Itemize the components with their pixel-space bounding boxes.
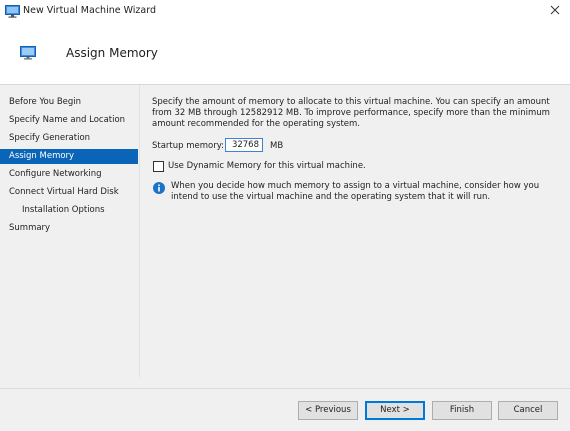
app-monitor-icon xyxy=(5,5,20,18)
page-title: Assign Memory xyxy=(66,46,158,60)
wizard-steps-nav: Before You Begin Specify Name and Locati… xyxy=(0,85,140,377)
wizard-header: Assign Memory xyxy=(0,24,570,85)
content-panel: Specify the amount of memory to allocate… xyxy=(152,97,562,202)
nav-item-connect-virtual-hard-disk[interactable]: Connect Virtual Hard Disk xyxy=(0,185,138,200)
cancel-button[interactable]: Cancel xyxy=(498,401,558,420)
nav-item-summary[interactable]: Summary xyxy=(0,221,138,236)
previous-button[interactable]: < Previous xyxy=(298,401,358,420)
nav-item-specify-name-and-location[interactable]: Specify Name and Location xyxy=(0,113,138,128)
finish-button[interactable]: Finish xyxy=(432,401,492,420)
memory-description: Specify the amount of memory to allocate… xyxy=(152,97,550,129)
close-icon[interactable] xyxy=(548,3,562,17)
dynamic-memory-label[interactable]: Use Dynamic Memory for this virtual mach… xyxy=(168,161,366,171)
startup-memory-input[interactable]: 32768 xyxy=(225,138,263,152)
startup-memory-unit: MB xyxy=(270,141,284,151)
nav-item-configure-networking[interactable]: Configure Networking xyxy=(0,167,138,182)
nav-item-before-you-begin[interactable]: Before You Begin xyxy=(0,95,138,110)
startup-memory-label: Startup memory: xyxy=(152,141,225,151)
nav-item-assign-memory[interactable]: Assign Memory xyxy=(0,149,138,164)
memory-info-text: When you decide how much memory to assig… xyxy=(171,181,540,202)
virtual-machine-icon xyxy=(20,46,36,60)
startup-memory-row: Startup memory: 32768 MB xyxy=(152,138,352,154)
title-bar: New Virtual Machine Wizard xyxy=(0,0,570,24)
dynamic-memory-row: Use Dynamic Memory for this virtual mach… xyxy=(152,161,452,173)
nav-item-specify-generation[interactable]: Specify Generation xyxy=(0,131,138,146)
nav-item-installation-options[interactable]: Installation Options xyxy=(0,203,138,218)
window-title: New Virtual Machine Wizard xyxy=(23,5,156,16)
next-button[interactable]: Next > xyxy=(365,401,425,420)
wizard-footer: < Previous Next > Finish Cancel xyxy=(0,388,570,431)
dynamic-memory-checkbox[interactable] xyxy=(153,161,164,172)
info-icon xyxy=(153,182,165,194)
